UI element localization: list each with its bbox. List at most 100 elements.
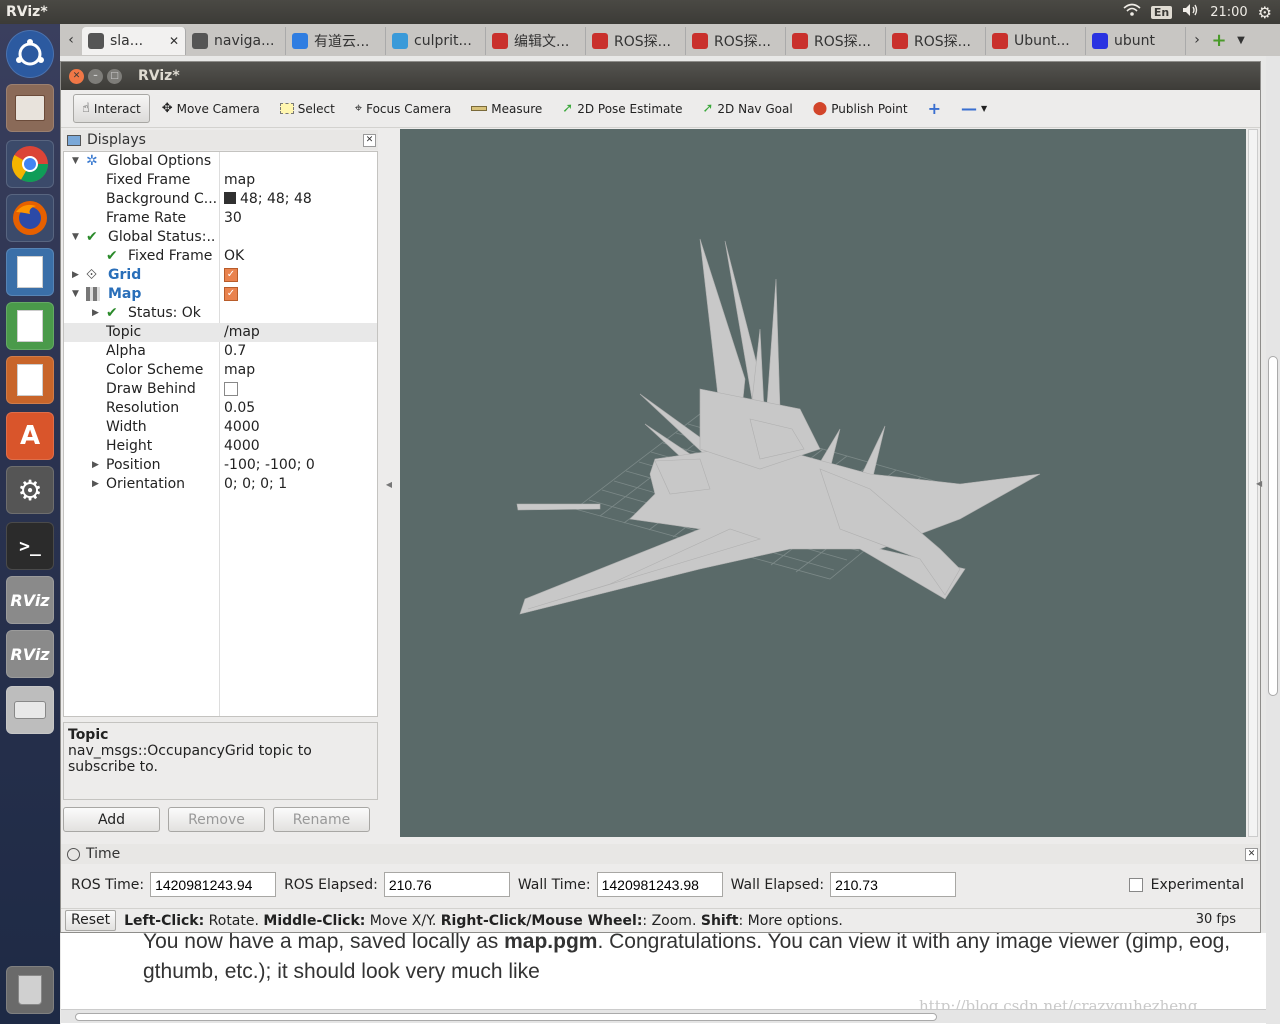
horizontal-scrollbar[interactable] — [61, 1009, 1280, 1023]
tree-row-global-options[interactable]: ▼ ✲ Global Options — [64, 152, 377, 171]
page-vertical-scrollbar[interactable] — [1266, 56, 1280, 1024]
browser-tab[interactable]: culprit... — [386, 27, 486, 55]
publish-point-tool[interactable]: ⬤ Publish Point — [805, 95, 916, 122]
prop-value[interactable]: map — [224, 171, 255, 190]
system-settings-icon[interactable]: ⚙ — [6, 466, 54, 514]
calc-icon[interactable] — [6, 302, 54, 350]
tab-scroll-right-icon[interactable]: › — [1186, 32, 1208, 48]
prop-value-color[interactable]: 48; 48; 48 — [224, 190, 312, 209]
expand-arrow-icon[interactable]: ▶ — [92, 304, 99, 323]
add-display-button[interactable]: Add — [63, 807, 160, 832]
browser-tab[interactable]: ROS探... — [586, 27, 686, 55]
prop-value[interactable]: map — [224, 361, 255, 380]
tab-menu-chevron-icon[interactable]: ▼ — [1230, 35, 1252, 46]
firefox-icon[interactable] — [6, 194, 54, 242]
expand-arrow-icon[interactable]: ▶ — [72, 266, 79, 285]
browser-tab[interactable]: ubunt — [1086, 27, 1186, 55]
draw-behind-checkbox[interactable] — [224, 380, 238, 399]
window-maximize-icon[interactable]: □ — [107, 68, 122, 84]
chrome-icon[interactable] — [6, 140, 54, 188]
power-gear-icon[interactable]: ⚙ — [1258, 3, 1272, 22]
browser-tab[interactable]: 有道云... — [286, 27, 386, 55]
experimental-toggle[interactable]: Experimental — [1128, 877, 1244, 893]
ubuntu-dash-icon[interactable] — [6, 30, 54, 78]
select-tool[interactable]: Select — [272, 96, 343, 122]
volume-icon[interactable] — [1182, 3, 1200, 21]
clock[interactable]: 21:00 — [1210, 5, 1247, 20]
panel-splitter[interactable]: ◀ — [379, 130, 399, 838]
tree-row-resolution[interactable]: Resolution 0.05 — [64, 399, 377, 418]
browser-tab[interactable]: 编辑文... — [486, 27, 586, 55]
experimental-checkbox[interactable] — [1128, 878, 1143, 892]
pose-estimate-tool[interactable]: ➚ 2D Pose Estimate — [554, 95, 690, 122]
browser-tab[interactable]: Ubunt... — [986, 27, 1086, 55]
browser-tab[interactable]: ROS探... — [886, 27, 986, 55]
tree-row-position[interactable]: ▶ Position -100; -100; 0 — [64, 456, 377, 475]
3d-render-viewport[interactable] — [400, 129, 1246, 837]
ros-elapsed-field[interactable] — [383, 872, 510, 897]
rviz-icon[interactable]: RViz — [6, 576, 54, 624]
tree-row-alpha[interactable]: Alpha 0.7 — [64, 342, 377, 361]
window-close-icon[interactable]: ✕ — [69, 68, 84, 84]
nav-goal-tool[interactable]: ➚ 2D Nav Goal — [695, 95, 801, 122]
prop-value[interactable]: 0.7 — [224, 342, 246, 361]
expand-arrow-icon[interactable]: ▼ — [72, 285, 79, 304]
tree-row-grid[interactable]: ▶ ⟐ Grid ✓ — [64, 266, 377, 285]
remove-tool-button[interactable]: — ▼ — [953, 93, 995, 124]
expand-arrow-icon[interactable]: ▼ — [72, 228, 79, 247]
tree-row-draw-behind[interactable]: Draw Behind — [64, 380, 377, 399]
prop-value[interactable]: /map — [224, 323, 260, 342]
rviz-icon-2[interactable]: RViz — [6, 630, 54, 678]
tree-row-width[interactable]: Width 4000 — [64, 418, 377, 437]
prop-value[interactable]: 30 — [224, 209, 242, 228]
new-tab-plus-icon[interactable]: + — [1208, 30, 1230, 51]
tree-row-orientation[interactable]: ▶ Orientation 0; 0; 0; 1 — [64, 475, 377, 494]
window-minimize-icon[interactable]: – — [88, 68, 103, 84]
wifi-icon[interactable] — [1123, 3, 1141, 21]
move-camera-tool[interactable]: ✥ Move Camera — [154, 95, 268, 122]
software-center-icon[interactable]: A — [6, 412, 54, 460]
rename-display-button[interactable]: Rename — [273, 807, 370, 832]
browser-tab[interactable]: sla... ✕ — [82, 27, 186, 55]
expand-arrow-icon[interactable]: ▼ — [72, 152, 79, 171]
terminal-icon[interactable]: >_ — [6, 522, 54, 570]
tree-row-status-ok[interactable]: ▶ ✔ Status: Ok — [64, 304, 377, 323]
expand-arrow-icon[interactable]: ▶ — [92, 456, 99, 475]
close-panel-icon[interactable]: ✕ — [363, 133, 376, 147]
impress-icon[interactable] — [6, 356, 54, 404]
expand-arrow-icon[interactable]: ▶ — [92, 475, 99, 494]
add-tool-button[interactable]: + — [920, 93, 949, 124]
browser-tab[interactable]: ROS探... — [686, 27, 786, 55]
remove-display-button[interactable]: Remove — [168, 807, 265, 832]
trash-icon[interactable] — [6, 966, 54, 1014]
tree-row-background-color[interactable]: Background C... 48; 48; 48 — [64, 190, 377, 209]
tree-row-height[interactable]: Height 4000 — [64, 437, 377, 456]
tab-close-icon[interactable]: ✕ — [169, 34, 179, 48]
tree-row-status-fixed-frame[interactable]: ✔ Fixed Frame OK — [64, 247, 377, 266]
wall-elapsed-field[interactable] — [830, 872, 957, 897]
tree-row-color-scheme[interactable]: Color Scheme map — [64, 361, 377, 380]
close-panel-icon[interactable]: ✕ — [1245, 847, 1258, 861]
right-splitter[interactable]: ◀ — [1256, 129, 1262, 837]
files-icon[interactable] — [6, 84, 54, 132]
writer-icon[interactable] — [6, 248, 54, 296]
tree-row-topic[interactable]: Topic /map — [64, 323, 377, 342]
wall-time-field[interactable] — [596, 872, 723, 897]
enable-checkbox[interactable]: ✓ — [224, 266, 238, 285]
reset-button[interactable]: Reset — [65, 910, 117, 931]
tree-row-fixed-frame[interactable]: Fixed Frame map — [64, 171, 377, 190]
interact-tool[interactable]: ☝ Interact — [73, 94, 150, 123]
focus-camera-tool[interactable]: ⌖ Focus Camera — [347, 95, 460, 122]
disk-drive-icon[interactable] — [6, 686, 54, 734]
enable-checkbox[interactable]: ✓ — [224, 285, 238, 304]
browser-tab[interactable]: ROS探... — [786, 27, 886, 55]
tree-row-map[interactable]: ▼ Map ✓ — [64, 285, 377, 304]
window-titlebar[interactable]: ✕ – □ RViz* — [61, 62, 1260, 90]
measure-tool[interactable]: Measure — [463, 96, 550, 122]
browser-tab[interactable]: naviga... — [186, 27, 286, 55]
tab-scroll-left-icon[interactable]: ‹ — [60, 32, 82, 48]
keyboard-language-indicator[interactable]: En — [1150, 5, 1173, 19]
ros-time-field[interactable] — [150, 872, 277, 897]
tree-row-frame-rate[interactable]: Frame Rate 30 — [64, 209, 377, 228]
tree-row-global-status[interactable]: ▼ ✔ Global Status:... — [64, 228, 377, 247]
